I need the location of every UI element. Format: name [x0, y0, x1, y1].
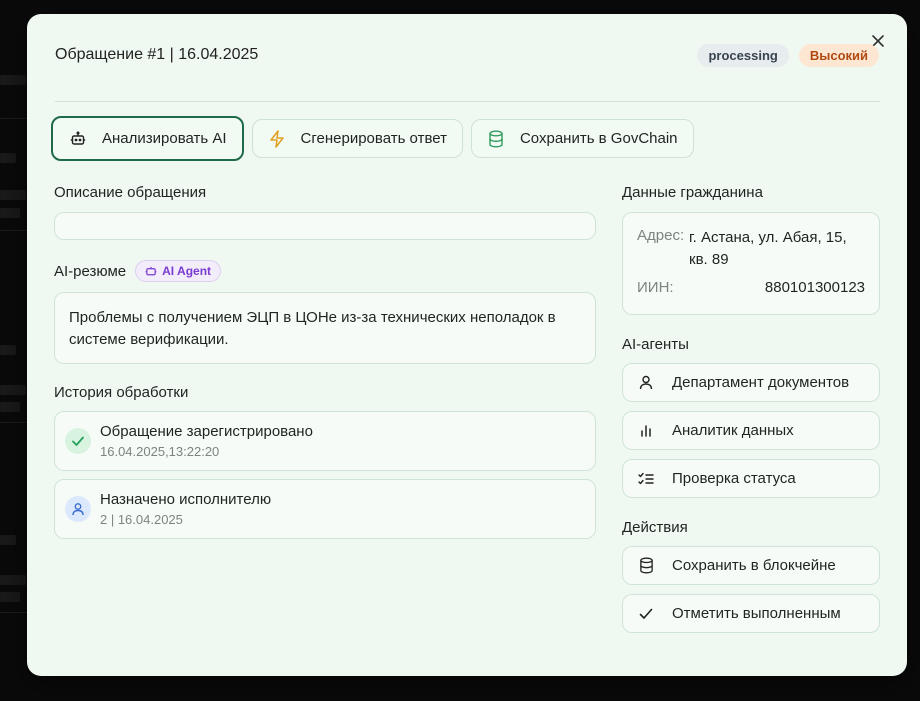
summary-header: AI-резюме AI Agent	[54, 260, 596, 282]
database-icon	[637, 557, 655, 575]
modal-header: Обращение #1 | 16.04.2025 processing Выс…	[55, 42, 879, 68]
address-label: Адрес:	[637, 227, 685, 244]
generate-answer-label: Сгенерировать ответ	[300, 130, 447, 147]
agent-documents-label: Департамент документов	[672, 374, 850, 391]
save-blockchain-label: Сохранить в блокчейне	[672, 557, 836, 574]
history-item-title: Обращение зарегистрировано	[100, 423, 313, 440]
address-row: Адрес: г. Астана, ул. Абая, 15, кв. 89	[637, 227, 865, 271]
description-box	[54, 212, 596, 240]
history-title: История обработки	[54, 384, 189, 401]
agent-documents-button[interactable]: Департамент документов	[622, 363, 880, 402]
citizen-title: Данные гражданина	[622, 184, 763, 201]
save-govchain-button[interactable]: Сохранить в GovChain	[470, 119, 694, 158]
status-badge: processing	[697, 43, 789, 67]
actions-title: Действия	[622, 519, 688, 536]
check-icon	[65, 428, 91, 454]
summary-title: AI-резюме	[54, 262, 127, 280]
header-divider	[55, 101, 880, 102]
backdrop-text	[0, 190, 26, 200]
generate-answer-button[interactable]: Сгенерировать ответ	[251, 119, 463, 158]
agent-status-label: Проверка статуса	[672, 470, 796, 487]
backdrop-text	[0, 575, 26, 585]
agent-status-button[interactable]: Проверка статуса	[622, 459, 880, 498]
toolbar: Анализировать AI Сгенерировать ответ Сох…	[51, 116, 694, 161]
history-item: Обращение зарегистрировано 16.04.2025,13…	[54, 411, 596, 471]
database-icon	[486, 129, 506, 149]
check-icon	[637, 605, 655, 623]
inn-value: 880101300123	[764, 279, 865, 296]
save-blockchain-button[interactable]: Сохранить в блокчейне	[622, 546, 880, 585]
mark-done-button[interactable]: Отметить выполненным	[622, 594, 880, 633]
user-icon	[637, 374, 655, 392]
address-value: г. Астана, ул. Абая, 15, кв. 89	[689, 229, 847, 268]
robot-icon	[68, 129, 88, 149]
backdrop-divider	[0, 118, 30, 119]
agent-analytics-button[interactable]: Аналитик данных	[622, 411, 880, 450]
backdrop-text	[0, 385, 26, 395]
save-govchain-label: Сохранить в GovChain	[519, 130, 678, 147]
history-item-date: 16.04.2025,13:22:20	[100, 444, 220, 459]
agent-analytics-label: Аналитик данных	[672, 422, 794, 439]
backdrop-text	[0, 592, 20, 602]
lightning-icon	[267, 129, 287, 149]
user-icon	[65, 496, 91, 522]
backdrop-text	[0, 345, 16, 355]
badge-group: processing Высокий	[697, 43, 879, 67]
left-column: Описание обращения AI-резюме AI Agent Пр…	[54, 184, 596, 539]
robot-icon	[145, 266, 157, 276]
backdrop-divider	[0, 422, 30, 423]
ai-agent-badge: AI Agent	[135, 260, 222, 282]
analyze-ai-button[interactable]: Анализировать AI	[51, 116, 244, 161]
history-item-title: Назначено исполнителю	[100, 491, 272, 508]
backdrop-divider	[0, 612, 30, 613]
appeal-modal: Обращение #1 | 16.04.2025 processing Выс…	[27, 14, 907, 676]
right-column: Данные гражданина Адрес: г. Астана, ул. …	[622, 184, 880, 633]
history-item-date: 2 | 16.04.2025	[100, 512, 183, 527]
description-title: Описание обращения	[54, 184, 207, 201]
backdrop-divider	[0, 230, 30, 231]
summary-box: Проблемы с получением ЭЦП в ЦОНе из-за т…	[54, 292, 596, 364]
mark-done-label: Отметить выполненным	[672, 605, 841, 622]
bar-chart-icon	[637, 422, 655, 440]
inn-label: ИИН:	[637, 279, 674, 296]
analyze-ai-label: Анализировать AI	[102, 130, 227, 147]
checklist-icon	[637, 470, 655, 488]
backdrop-text	[0, 208, 20, 218]
backdrop-text	[0, 535, 16, 545]
ai-agent-label: AI Agent	[162, 264, 212, 278]
priority-badge: Высокий	[798, 43, 879, 67]
summary-text: Проблемы с получением ЭЦП в ЦОНе из-за т…	[69, 309, 556, 348]
backdrop-text	[0, 75, 26, 85]
history-item: Назначено исполнителю 2 | 16.04.2025	[54, 479, 596, 539]
citizen-box: Адрес: г. Астана, ул. Абая, 15, кв. 89 И…	[622, 212, 880, 315]
modal-title: Обращение #1 | 16.04.2025	[55, 46, 259, 63]
backdrop-text	[0, 402, 20, 412]
inn-row: ИИН: 880101300123	[637, 279, 865, 296]
backdrop-text	[0, 153, 16, 163]
agents-title: AI-агенты	[622, 336, 689, 353]
